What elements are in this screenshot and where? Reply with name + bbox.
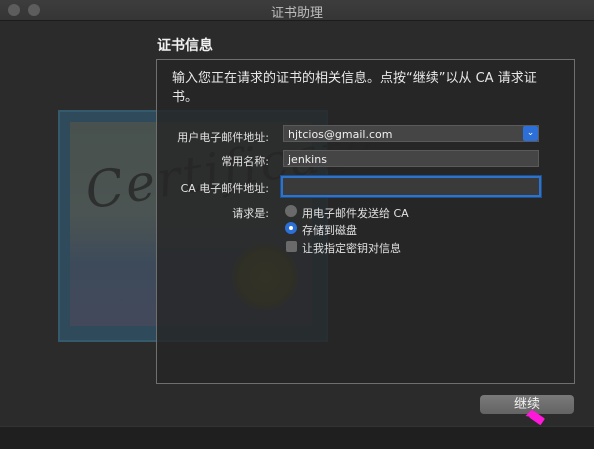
certificate-assistant-window: 证书助理 Certificate 证书信息 输入您正在请求的证书的相关信息。点按… xyxy=(0,0,594,449)
title-bar: 证书助理 xyxy=(0,0,594,21)
section-heading: 证书信息 xyxy=(157,38,213,54)
window-title: 证书助理 xyxy=(270,6,323,21)
request-label: 请求是: xyxy=(232,207,269,220)
common-name-field[interactable]: jenkins xyxy=(283,150,539,167)
email-label: 用户电子邮件地址: xyxy=(177,131,269,144)
save-to-disk-radio[interactable] xyxy=(285,222,297,234)
common-name-label: 常用名称: xyxy=(221,155,269,168)
continue-button[interactable]: 继续 xyxy=(480,395,574,414)
background-window-strip xyxy=(0,426,594,449)
email-to-ca-option[interactable]: 用电子邮件发送给 CA xyxy=(302,205,409,221)
common-name-value: jenkins xyxy=(288,153,327,166)
chevron-down-icon[interactable]: ⌄ xyxy=(523,126,538,141)
specify-key-pair-checkbox[interactable] xyxy=(286,241,297,252)
email-select[interactable]: hjtcios@gmail.com ⌄ xyxy=(283,125,539,142)
email-to-ca-radio[interactable] xyxy=(285,205,297,217)
save-to-disk-option[interactable]: 存储到磁盘 xyxy=(302,222,357,238)
certificate-info-panel: 输入您正在请求的证书的相关信息。点按“继续”以从 CA 请求证书。 用户电子邮件… xyxy=(156,59,575,384)
email-value: hjtcios@gmail.com xyxy=(288,128,393,141)
specify-key-pair-label[interactable]: 让我指定密钥对信息 xyxy=(302,240,401,256)
ca-email-label: CA 电子邮件地址: xyxy=(180,182,269,195)
intro-text: 输入您正在请求的证书的相关信息。点按“继续”以从 CA 请求证书。 xyxy=(172,71,537,105)
ca-email-field[interactable] xyxy=(281,176,541,197)
